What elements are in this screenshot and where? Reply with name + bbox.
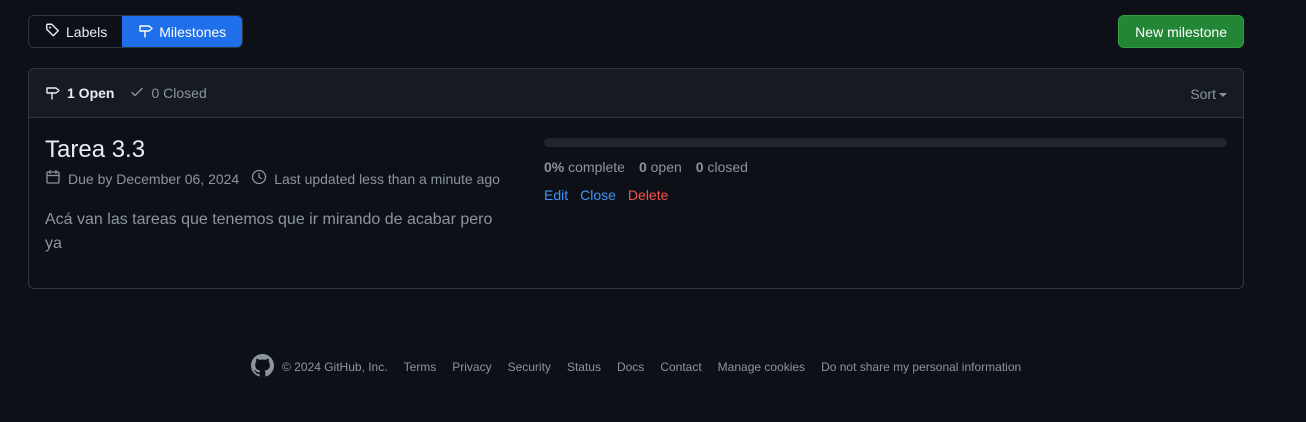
chevron-down-icon <box>1219 92 1227 97</box>
milestone-item: Tarea 3.3 Due by December 06, 2024 Last … <box>29 118 1243 288</box>
milestones-list-header: 1 Open 0 Closed Sort <box>29 69 1243 118</box>
due-date: Due by December 06, 2024 <box>45 169 239 188</box>
footer-link-security[interactable]: Security <box>508 360 551 374</box>
closed-count: 0 Closed <box>151 85 207 101</box>
milestones-tab-label: Milestones <box>159 23 227 40</box>
complete-value: 0% <box>544 159 565 175</box>
edit-link[interactable]: Edit <box>544 187 568 203</box>
milestone-icon <box>138 22 154 41</box>
subnav: Labels Milestones New milestone <box>28 15 1244 48</box>
open-stat: 0 open <box>639 159 682 175</box>
close-link[interactable]: Close <box>580 187 616 203</box>
footer: © 2024 GitHub, Inc. Terms Privacy Securi… <box>251 354 1021 380</box>
progress-bar <box>544 138 1227 147</box>
due-date-text: Due by December 06, 2024 <box>68 170 240 187</box>
milestone-actions: Edit Close Delete <box>544 187 1227 203</box>
footer-link-docs[interactable]: Docs <box>617 360 644 374</box>
delete-link[interactable]: Delete <box>628 187 668 203</box>
open-milestones-filter[interactable]: 1 Open <box>45 84 114 103</box>
sort-dropdown[interactable]: Sort <box>1190 69 1227 118</box>
footer-link-privacy[interactable]: Privacy <box>452 360 491 374</box>
milestones-list: 1 Open 0 Closed Sort Tarea 3.3 Due by De… <box>28 68 1244 289</box>
footer-link-contact[interactable]: Contact <box>660 360 701 374</box>
open-count: 1 Open <box>67 85 115 101</box>
footer-link-manage-cookies[interactable]: Manage cookies <box>718 360 805 374</box>
milestone-stats: 0% complete 0 open 0 closed <box>544 159 1227 175</box>
open-label: open <box>650 159 682 175</box>
labels-tab-label: Labels <box>66 23 108 40</box>
closed-stat: 0 closed <box>696 159 748 175</box>
footer-link-do-not-share[interactable]: Do not share my personal information <box>821 360 1021 374</box>
milestone-info: Tarea 3.3 Due by December 06, 2024 Last … <box>45 135 515 256</box>
open-value: 0 <box>638 159 647 175</box>
clock-icon <box>251 169 267 188</box>
milestone-title[interactable]: Tarea 3.3 <box>45 135 515 165</box>
check-icon <box>129 84 145 103</box>
milestone-meta: Due by December 06, 2024 Last updated le… <box>45 169 515 188</box>
closed-milestones-filter[interactable]: 0 Closed <box>129 84 207 103</box>
milestone-progress-section: 0% complete 0 open 0 closed Edit Close D… <box>544 138 1227 203</box>
milestones-tab[interactable]: Milestones <box>122 16 243 47</box>
last-updated: Last updated less than a minute ago <box>251 169 500 188</box>
copyright: © 2024 GitHub, Inc. <box>282 360 388 374</box>
github-logo-icon[interactable] <box>251 354 282 380</box>
labels-tab[interactable]: Labels <box>29 16 123 47</box>
milestone-icon <box>45 84 61 103</box>
tag-icon <box>45 22 61 41</box>
new-milestone-button[interactable]: New milestone <box>1118 15 1244 48</box>
footer-link-status[interactable]: Status <box>567 360 601 374</box>
complete-label: complete <box>568 159 625 175</box>
milestone-description: Acá van las tareas que tenemos que ir mi… <box>45 211 493 252</box>
footer-link-terms[interactable]: Terms <box>404 360 437 374</box>
sort-label: Sort <box>1190 85 1216 102</box>
last-updated-text: Last updated less than a minute ago <box>274 170 500 187</box>
closed-label: closed <box>707 159 748 175</box>
calendar-icon <box>45 169 61 188</box>
closed-value: 0 <box>695 159 704 175</box>
labels-milestones-toggle: Labels Milestones <box>28 15 244 48</box>
complete-stat: 0% complete <box>544 159 625 175</box>
